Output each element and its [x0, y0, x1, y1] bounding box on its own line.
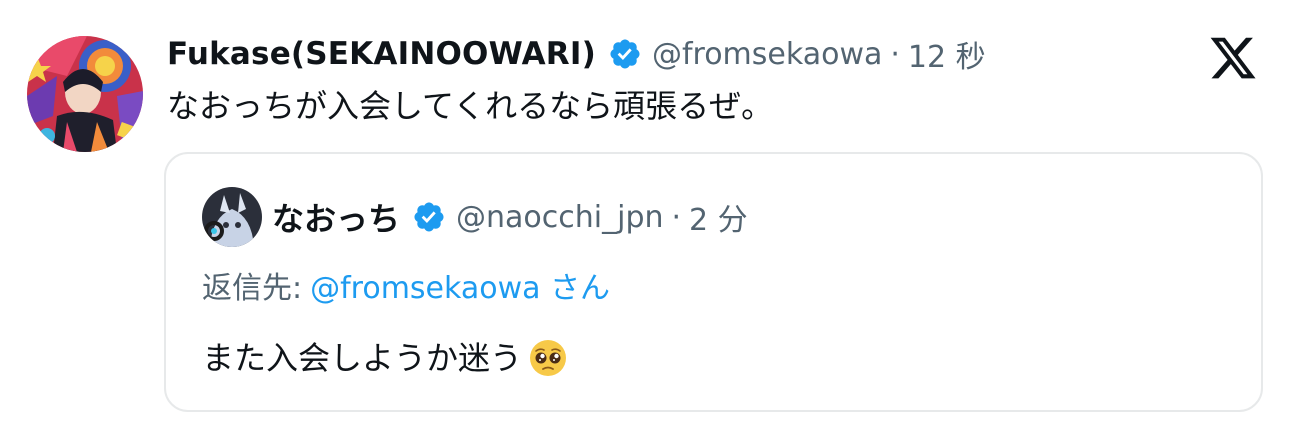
- author-display-name[interactable]: Fukase(SEKAINOOWARI): [167, 36, 596, 72]
- x-logo-icon[interactable]: [1207, 33, 1259, 83]
- quote-timestamp[interactable]: 2 分: [689, 195, 748, 239]
- tweet-timestamp[interactable]: 12 秒: [908, 32, 986, 76]
- author-avatar[interactable]: [27, 36, 143, 152]
- separator-dot: ·: [890, 36, 900, 72]
- quote-text: また入会しようか迷う: [202, 339, 523, 377]
- quoted-tweet[interactable]: なおっち @naocchi_jpn · 2 分 返信先: @fromsekaowa…: [164, 152, 1263, 412]
- replying-to: 返信先: @fromsekaowa さん: [202, 268, 610, 310]
- quote-author-avatar[interactable]: [202, 187, 262, 247]
- separator-dot: ·: [671, 199, 682, 235]
- tweet-header: Fukase(SEKAINOOWARI) @fromsekaowa · 12 秒: [167, 30, 986, 78]
- verified-badge-icon[interactable]: [412, 200, 446, 234]
- author-handle[interactable]: @fromsekaowa: [652, 37, 882, 72]
- reply-mention-link[interactable]: @fromsekaowa さん: [310, 271, 610, 306]
- quote-author-handle[interactable]: @naocchi_jpn: [456, 200, 663, 235]
- quote-author-display-name[interactable]: なおっち: [272, 194, 400, 240]
- quote-header: なおっち @naocchi_jpn · 2 分: [202, 184, 748, 250]
- verified-badge-icon[interactable]: [608, 37, 642, 71]
- pleading-face-icon: [530, 340, 567, 376]
- quote-text-row: また入会しようか迷う: [202, 334, 568, 382]
- avatar-illustration-icon: [27, 36, 143, 152]
- tweet-card[interactable]: Fukase(SEKAINOOWARI) @fromsekaowa · 12 秒…: [0, 0, 1290, 429]
- avatar-character-icon: [202, 187, 262, 247]
- reply-prefix: 返信先:: [202, 271, 303, 306]
- tweet-text: なおっちが入会してくれるなら頑張るぜ。: [167, 87, 774, 125]
